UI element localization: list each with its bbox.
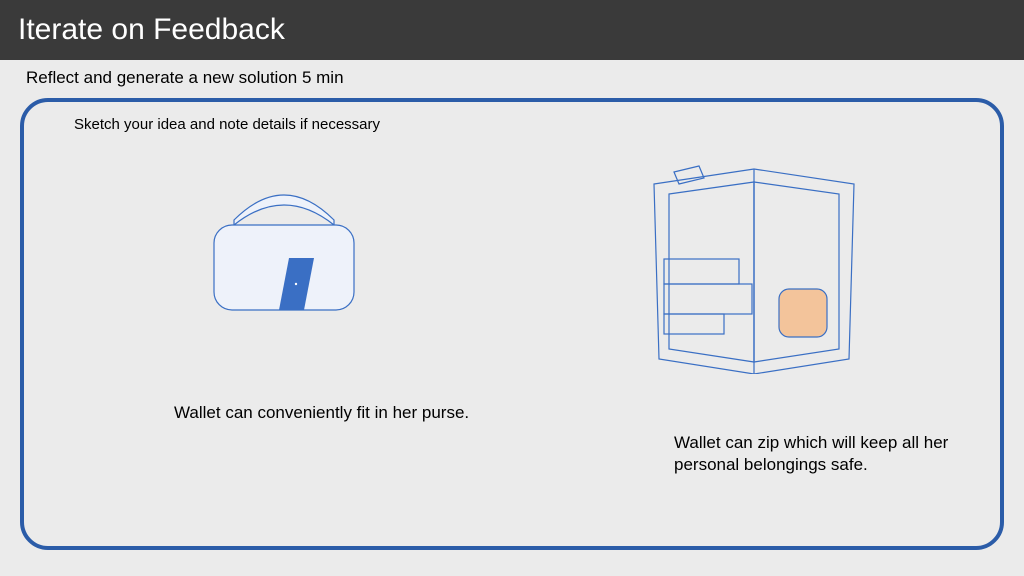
left-caption: Wallet can conveniently fit in her purse… bbox=[174, 402, 534, 424]
purse-sketch bbox=[194, 180, 374, 320]
right-caption: Wallet can zip which will keep all her p… bbox=[674, 432, 984, 476]
card-label: Sketch your idea and note details if nec… bbox=[74, 116, 380, 133]
slide-header: Iterate on Feedback bbox=[0, 0, 1024, 60]
slide-subheading: Reflect and generate a new solution 5 mi… bbox=[0, 60, 1024, 88]
sketch-card: Sketch your idea and note details if nec… bbox=[20, 98, 1004, 550]
wallet-icon bbox=[644, 164, 864, 374]
purse-icon bbox=[194, 180, 374, 320]
slide-title: Iterate on Feedback bbox=[18, 13, 285, 47]
wallet-sketch bbox=[644, 164, 864, 374]
